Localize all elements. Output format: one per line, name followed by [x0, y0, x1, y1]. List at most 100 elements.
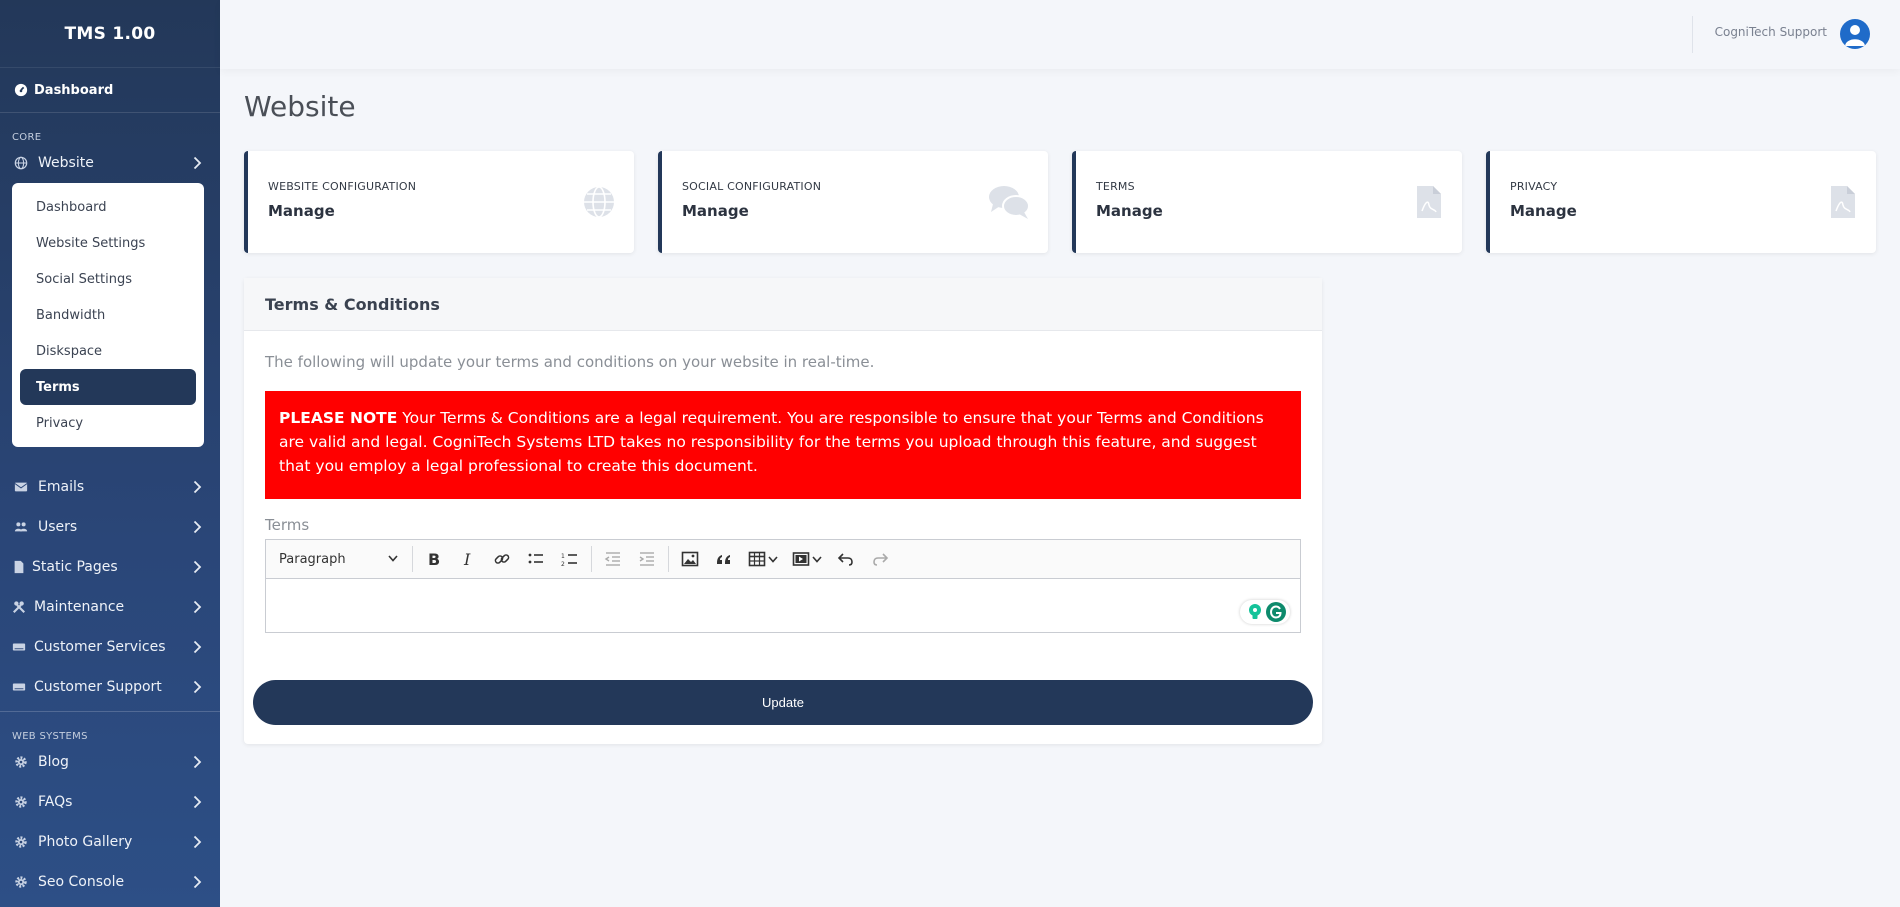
bulb-icon — [1249, 604, 1261, 619]
sidebar-item-maintenance[interactable]: Maintenance — [0, 587, 220, 627]
chevron-right-icon — [193, 640, 202, 654]
toolbar-separator — [668, 546, 669, 572]
submenu-item-diskspace[interactable]: Diskspace — [20, 333, 196, 369]
sidebar-item-customer-support[interactable]: Customer Support — [0, 667, 220, 707]
bulleted-list-button[interactable] — [519, 544, 553, 574]
update-button[interactable]: Update — [253, 680, 1313, 725]
card-website-configuration[interactable]: WEBSITE CONFIGURATION Manage — [244, 151, 634, 253]
gear-icon — [15, 796, 27, 808]
block-quote-button[interactable] — [707, 544, 741, 574]
pdf-file-icon — [1417, 186, 1441, 218]
chevron-right-icon — [193, 156, 202, 170]
numbered-list-button[interactable]: 12 — [553, 544, 587, 574]
sidebar-item-faqs[interactable]: FAQs — [0, 782, 220, 822]
terms-rich-text-editor: Paragraph B I 12 — [265, 539, 1301, 633]
bold-button[interactable]: B — [417, 544, 451, 574]
sidebar-item-photo-gallery[interactable]: Photo Gallery — [0, 822, 220, 862]
submenu-item-website-settings[interactable]: Website Settings — [20, 225, 196, 261]
panel-intro-text: The following will update your terms and… — [265, 353, 875, 371]
terms-panel: Terms & Conditions The following will up… — [244, 278, 1322, 744]
avatar[interactable] — [1840, 19, 1870, 49]
svg-text:I: I — [463, 550, 471, 568]
topbar: CogniTech Support — [220, 0, 1900, 69]
numbered-list-icon: 12 — [561, 553, 577, 568]
sidebar-item-blog[interactable]: Blog — [0, 742, 220, 782]
svg-text:B: B — [428, 550, 440, 568]
indent-button[interactable] — [630, 544, 664, 574]
chevron-right-icon — [193, 600, 202, 614]
comments-icon — [989, 186, 1030, 219]
insert-image-button[interactable] — [673, 544, 707, 574]
card-title: PRIVACY — [1510, 180, 1558, 193]
card-title: SOCIAL CONFIGURATION — [682, 180, 822, 193]
submenu-item-terms[interactable]: Terms — [20, 369, 196, 405]
sidebar-item-label: Website — [38, 155, 94, 171]
submenu-item-privacy[interactable]: Privacy — [20, 405, 196, 441]
chevron-right-icon — [193, 755, 202, 769]
card-privacy[interactable]: PRIVACY Manage — [1486, 151, 1876, 253]
heading-format-value: Paragraph — [279, 551, 346, 567]
pdf-file-icon — [1831, 186, 1855, 218]
insert-media-button[interactable] — [785, 544, 829, 574]
insert-table-button[interactable] — [741, 544, 785, 574]
globe-icon — [584, 186, 614, 218]
page-title: Website — [244, 90, 356, 123]
file-icon — [14, 560, 24, 574]
chevron-down-icon — [388, 555, 398, 562]
sidebar-item-customer-services[interactable]: Customer Services — [0, 627, 220, 667]
outdent-icon — [604, 552, 620, 566]
sidebar-item-label: Photo Gallery — [38, 834, 133, 850]
chevron-down-icon — [812, 555, 822, 563]
gear-icon — [15, 836, 27, 848]
link-button[interactable] — [485, 544, 519, 574]
submenu-item-social-settings[interactable]: Social Settings — [20, 261, 196, 297]
gear-icon — [15, 876, 27, 888]
toolbar-separator — [412, 546, 413, 572]
user-name[interactable]: CogniTech Support — [1715, 25, 1827, 39]
sidebar-item-label: Emails — [38, 479, 85, 495]
card-value: Manage — [1096, 202, 1163, 220]
svg-text:2: 2 — [561, 561, 565, 568]
card-social-configuration[interactable]: SOCIAL CONFIGURATION Manage — [658, 151, 1048, 253]
sidebar-item-emails[interactable]: Emails — [0, 467, 220, 507]
chevron-right-icon — [193, 480, 202, 494]
keyboard-icon — [12, 643, 26, 651]
heading-format-select[interactable]: Paragraph — [272, 544, 408, 574]
italic-button[interactable]: I — [451, 544, 485, 574]
submenu-item-dashboard[interactable]: Dashboard — [20, 189, 196, 225]
image-icon — [681, 551, 699, 567]
keyboard-icon — [12, 683, 26, 691]
outdent-button[interactable] — [596, 544, 630, 574]
sidebar-item-label: Customer Services — [34, 639, 166, 655]
link-icon — [494, 554, 510, 564]
sidebar-item-dashboard[interactable]: Dashboard — [0, 67, 220, 113]
panel-header: Terms & Conditions — [244, 278, 1322, 331]
card-terms[interactable]: TERMS Manage — [1072, 151, 1462, 253]
chevron-down-icon — [768, 555, 778, 563]
sidebar-item-label: Maintenance — [34, 599, 125, 615]
website-submenu: Dashboard Website Settings Social Settin… — [12, 183, 204, 447]
chevron-right-icon — [193, 560, 202, 574]
undo-button[interactable] — [829, 544, 863, 574]
card-title: WEBSITE CONFIGURATION — [268, 180, 417, 193]
envelope-icon — [14, 482, 28, 492]
redo-button[interactable] — [863, 544, 897, 574]
sidebar-item-website[interactable]: Website — [0, 143, 220, 183]
submenu-item-bandwidth[interactable]: Bandwidth — [20, 297, 196, 333]
sidebar-item-users[interactable]: Users — [0, 507, 220, 547]
gear-icon — [15, 756, 27, 768]
sidebar-item-seo-console[interactable]: Seo Console — [0, 862, 220, 902]
sidebar-item-static-pages[interactable]: Static Pages — [0, 547, 220, 587]
grammarly-widget[interactable] — [1240, 600, 1290, 624]
users-icon — [14, 522, 28, 532]
chevron-right-icon — [193, 875, 202, 889]
chevron-right-icon — [193, 795, 202, 809]
editor-toolbar: Paragraph B I 12 — [266, 540, 1300, 579]
card-value: Manage — [1510, 202, 1577, 220]
tools-icon — [13, 601, 25, 613]
editor-content-area[interactable] — [266, 579, 1300, 632]
media-icon — [792, 552, 810, 566]
card-value: Manage — [682, 202, 749, 220]
chevron-right-icon — [193, 680, 202, 694]
section-heading-core: CORE — [12, 132, 42, 143]
